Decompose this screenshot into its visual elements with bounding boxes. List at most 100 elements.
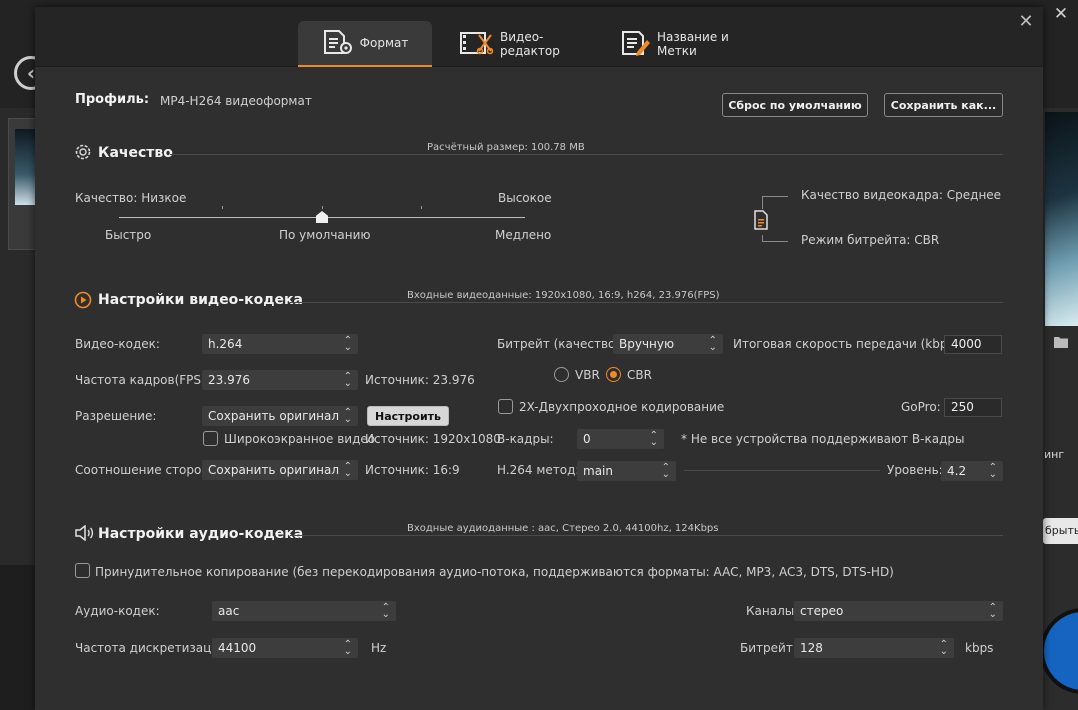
- format-icon: [322, 29, 360, 58]
- audio-codec-title: Настройки аудио-кодека: [98, 526, 304, 542]
- channels-select[interactable]: стерео ⌃ ⌄: [794, 601, 1003, 621]
- gopro-input[interactable]: 250: [944, 398, 1002, 417]
- resolution-label: Разрешение:: [75, 409, 157, 423]
- audio-codec-label: Аудио-кодек:: [75, 604, 160, 618]
- speaker-icon: [74, 524, 94, 545]
- aspect-source: Источник: 16:9: [365, 463, 460, 477]
- profile-label: Профиль:: [75, 92, 150, 107]
- bitrate-quality-select[interactable]: Вручную ⌃ ⌄: [613, 334, 723, 354]
- frame-quality-info: Качество видеокадра: Среднее: [801, 188, 1002, 202]
- aspect-value: Сохранить оригинал: [208, 463, 340, 477]
- gear-icon: [74, 143, 92, 165]
- background-button[interactable]: брыть: [1043, 518, 1078, 544]
- audio-bitrate-select[interactable]: 128 ⌃ ⌄: [794, 638, 954, 658]
- background-panel: [0, 565, 36, 710]
- level-label: Уровень:: [887, 463, 943, 477]
- bitrate-quality-label: Битрейт (качество):: [497, 337, 625, 351]
- divider: [290, 302, 1003, 303]
- chevron-updown-icon: ⌃ ⌄: [988, 602, 997, 620]
- widescreen-label: Широкоэкранное видео: [224, 432, 376, 446]
- tab-format-label: Формат: [359, 36, 409, 50]
- chevron-updown-icon: ⌃ ⌄: [343, 639, 352, 657]
- video-codec-label: Видео-кодек:: [75, 337, 160, 351]
- folder-icon[interactable]: [1054, 336, 1070, 350]
- estimated-size: Расчётный размер: 100.78 MB: [427, 142, 585, 153]
- close-icon[interactable]: ✕: [1015, 11, 1037, 33]
- audio-bitrate-value: 128: [800, 641, 823, 655]
- chevron-updown-icon: ⌃ ⌄: [343, 407, 352, 425]
- reset-default-button[interactable]: Сброс по умолчанию: [722, 93, 868, 117]
- channels-value: стерео: [800, 604, 844, 618]
- background-thumbnail: [8, 118, 38, 250]
- aspect-select[interactable]: Сохранить оригинал ⌃ ⌄: [202, 460, 358, 480]
- profile-value: MP4-H264 видеоформат: [160, 94, 312, 108]
- chevron-updown-icon: ⌃ ⌄: [343, 461, 352, 479]
- chevron-updown-icon: ⌃ ⌄: [649, 430, 658, 448]
- force-copy-label: Принудительное копирование (без перекоди…: [95, 565, 894, 579]
- sample-rate-unit: Hz: [371, 641, 387, 655]
- level-select[interactable]: 4.2 ⌃ ⌄: [941, 461, 1003, 481]
- total-rate-label: Итоговая скорость передачи (kbps):: [733, 337, 963, 351]
- speed-fast-label: Быстро: [105, 228, 152, 242]
- resolution-value: Сохранить оригинал: [208, 409, 340, 423]
- speed-slow-label: Медлено: [495, 228, 552, 242]
- tab-video-editor[interactable]: Видео-редактор: [460, 21, 600, 67]
- sample-rate-select[interactable]: 44100 ⌃ ⌄: [212, 638, 358, 658]
- level-value: 4.2: [947, 464, 967, 478]
- chevron-updown-icon: ⌃ ⌄: [381, 602, 390, 620]
- divider: [684, 470, 880, 471]
- tab-title-tags-label: Название и Метки: [657, 30, 729, 58]
- bframes-value: 0: [583, 432, 591, 446]
- bframes-select[interactable]: 0 ⌃ ⌄: [577, 429, 664, 449]
- speed-default-label: По умолчанию: [279, 228, 371, 242]
- chevron-updown-icon: ⌃ ⌄: [343, 371, 352, 389]
- two-pass-checkbox[interactable]: [498, 399, 513, 414]
- divider: [170, 154, 1003, 155]
- cbr-radio[interactable]: [606, 367, 621, 382]
- audio-codec-select[interactable]: aac ⌃ ⌄: [212, 601, 396, 621]
- chevron-updown-icon: ⌃ ⌄: [343, 335, 352, 353]
- bframes-label: B-кадры:: [497, 432, 554, 446]
- audio-bitrate-unit: kbps: [965, 641, 994, 655]
- tab-title-tags[interactable]: Название и Метки: [621, 21, 771, 67]
- document-icon: [753, 209, 769, 235]
- tab-video-editor-label: Видео-редактор: [500, 30, 560, 58]
- video-codec-value: h.264: [208, 337, 243, 351]
- force-copy-checkbox[interactable]: [75, 563, 90, 578]
- tab-format[interactable]: Формат: [298, 21, 432, 67]
- background-preview-image: [1045, 112, 1078, 326]
- fps-select[interactable]: 23.976 ⌃ ⌄: [202, 370, 358, 390]
- fps-value: 23.976: [208, 373, 250, 387]
- configure-button[interactable]: Настроить: [367, 406, 449, 426]
- aspect-label: Соотношение сторон:: [75, 463, 214, 477]
- video-play-icon: [74, 291, 92, 313]
- slider-tick: [421, 206, 422, 209]
- slider-tick: [222, 206, 223, 209]
- fps-label: Частота кадров(FPS):: [75, 373, 210, 387]
- quality-title: Качество: [98, 145, 173, 161]
- bframes-note: * Не все устройства поддерживают B-кадры: [681, 432, 965, 446]
- bitrate-quality-value: Вручную: [619, 337, 675, 351]
- chevron-updown-icon: ⌃ ⌄: [661, 462, 670, 480]
- fps-source: Источник: 23.976: [365, 373, 475, 387]
- total-rate-input[interactable]: 4000: [944, 335, 1002, 354]
- audio-bitrate-label: Битрейт:: [740, 641, 797, 655]
- chevron-updown-icon: ⌃ ⌄: [988, 462, 997, 480]
- quality-high-label: Высокое: [498, 191, 552, 205]
- vbr-label: VBR: [575, 368, 600, 382]
- save-as-button[interactable]: Сохранить как...: [884, 93, 1003, 117]
- divider: [290, 535, 1003, 536]
- video-codec-title: Настройки видео-кодека: [98, 292, 303, 308]
- chevron-updown-icon: ⌃ ⌄: [939, 639, 948, 657]
- widescreen-checkbox[interactable]: [203, 431, 218, 446]
- gopro-label: GoPro:: [901, 400, 941, 414]
- chevron-updown-icon: ⌃ ⌄: [708, 335, 717, 353]
- video-codec-select[interactable]: h.264 ⌃ ⌄: [202, 334, 358, 354]
- resolution-select[interactable]: Сохранить оригинал ⌃ ⌄: [202, 406, 358, 426]
- background-label: инг: [1044, 448, 1065, 461]
- title-tags-icon: [621, 30, 657, 59]
- vbr-radio[interactable]: [554, 367, 569, 382]
- h264-method-value: main: [583, 464, 613, 478]
- h264-method-select[interactable]: main ⌃ ⌄: [577, 461, 676, 481]
- app-close-icon[interactable]: ✕: [1052, 4, 1070, 26]
